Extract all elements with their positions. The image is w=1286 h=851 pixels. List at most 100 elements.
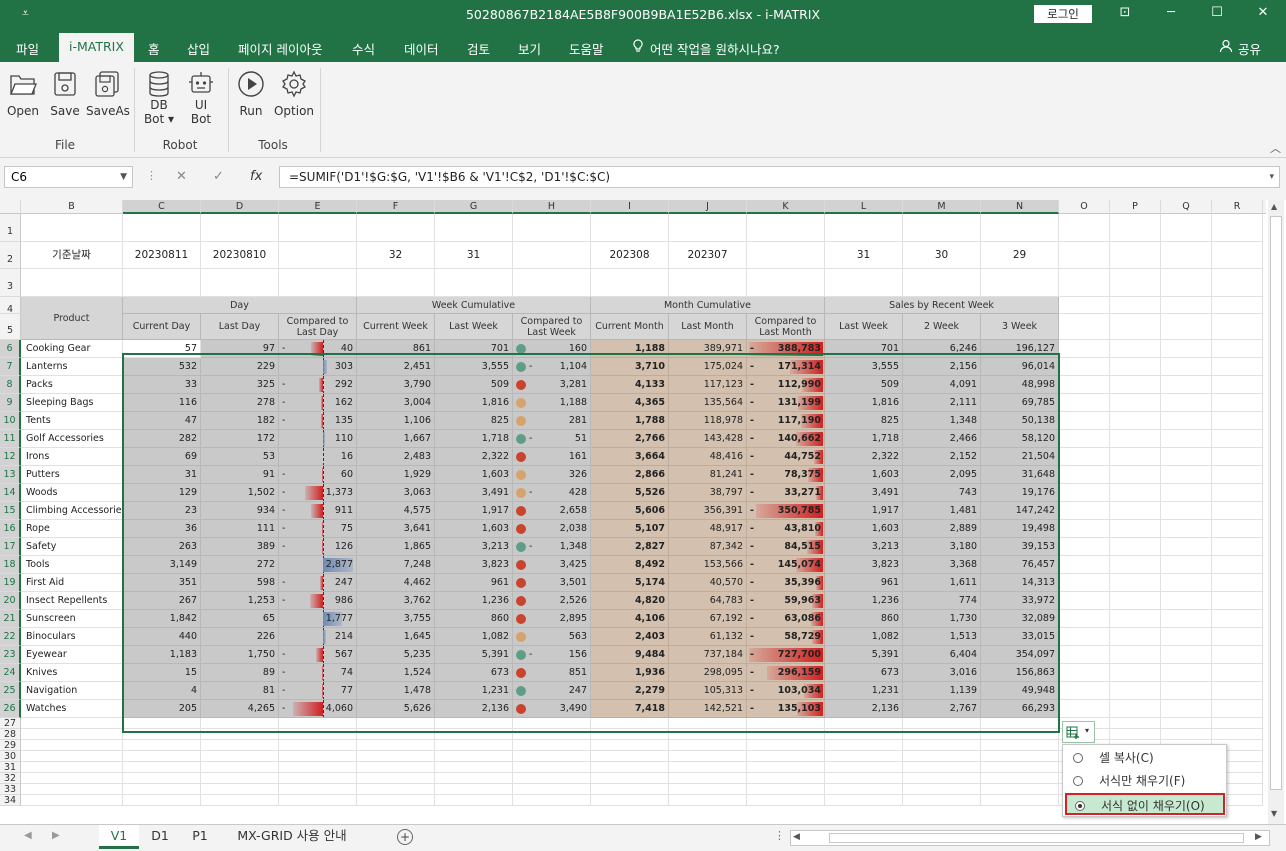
grid-cell[interactable] <box>123 762 201 773</box>
grid-cell[interactable] <box>21 751 123 762</box>
grid-cell[interactable] <box>1059 484 1110 502</box>
menu-insert[interactable]: 삽입 <box>187 39 210 58</box>
last-week-cell[interactable]: 673 <box>435 664 513 682</box>
current-week-cell[interactable]: 1,106 <box>357 412 435 430</box>
grid-cell[interactable] <box>981 718 1059 729</box>
compared-week-cell[interactable]: - 51 <box>513 430 591 448</box>
grid-cell[interactable] <box>1110 729 1161 740</box>
last-day-cell[interactable]: 65 <box>201 610 279 628</box>
prev-sheet-icon[interactable]: ◀ <box>24 830 32 841</box>
grid-cell[interactable] <box>903 751 981 762</box>
grid-cell[interactable] <box>279 740 357 751</box>
recent-3-week-cell[interactable]: 66,293 <box>981 700 1059 718</box>
grid-cell[interactable] <box>1110 664 1161 682</box>
column-header[interactable]: H <box>513 200 591 214</box>
grid-cell[interactable] <box>1059 502 1110 520</box>
row-header[interactable]: 26 <box>0 700 21 718</box>
compared-month-cell[interactable]: - 171,314 <box>747 358 825 376</box>
grid-cell[interactable] <box>1110 538 1161 556</box>
compared-week-cell[interactable]: 281 <box>513 412 591 430</box>
menu-data[interactable]: 데이터 <box>404 39 439 58</box>
maximize-button[interactable]: ☐ <box>1207 5 1227 20</box>
column-header[interactable]: F <box>357 200 435 214</box>
last-day-cell[interactable]: 1,750 <box>201 646 279 664</box>
compared-day-cell[interactable]: 110 <box>279 430 357 448</box>
recent-2-week-cell[interactable]: 2,466 <box>903 430 981 448</box>
compared-week-cell[interactable]: 2,038 <box>513 520 591 538</box>
current-day-cell[interactable]: 31 <box>123 466 201 484</box>
current-week-cell[interactable]: 1,929 <box>357 466 435 484</box>
current-week-cell[interactable]: 2,483 <box>357 448 435 466</box>
row-header[interactable]: 6 <box>0 340 21 358</box>
insert-function-icon[interactable]: fx <box>250 169 262 184</box>
last-week-cell[interactable]: 5,391 <box>435 646 513 664</box>
grid-cell[interactable] <box>981 729 1059 740</box>
grid-cell[interactable] <box>903 762 981 773</box>
paste-options-button[interactable]: ▾ <box>1062 721 1095 743</box>
compared-day-cell[interactable]: 214 <box>279 628 357 646</box>
compared-month-cell[interactable]: - 84,515 <box>747 538 825 556</box>
grid-cell[interactable] <box>357 773 435 784</box>
current-day-cell[interactable]: 440 <box>123 628 201 646</box>
current-month-cell[interactable]: 7,418 <box>591 700 669 718</box>
grid-cell[interactable] <box>357 718 435 729</box>
grid-cell[interactable] <box>1059 314 1110 340</box>
grid-cell[interactable] <box>669 751 747 762</box>
column-header[interactable]: L <box>825 200 903 214</box>
grid-cell[interactable] <box>513 795 591 806</box>
grid-cell[interactable] <box>1212 664 1263 682</box>
grid-cell[interactable] <box>1212 297 1263 314</box>
last-day-cell[interactable]: 4,265 <box>201 700 279 718</box>
grid-cell[interactable] <box>747 269 825 297</box>
last-week-cell[interactable]: 1,603 <box>435 520 513 538</box>
grid-cell[interactable] <box>279 269 357 297</box>
grid-cell[interactable] <box>1212 682 1263 700</box>
ui-bot-button[interactable]: UI Bot <box>182 70 220 126</box>
grid-cell[interactable] <box>1161 538 1212 556</box>
grid-cell[interactable] <box>357 740 435 751</box>
current-month-cell[interactable]: 1,936 <box>591 664 669 682</box>
compared-day-cell[interactable]: - 1,373 <box>279 484 357 502</box>
grid-cell[interactable] <box>747 795 825 806</box>
compared-day-cell[interactable]: - 135 <box>279 412 357 430</box>
current-week-cell[interactable]: 5,626 <box>357 700 435 718</box>
grid-cell[interactable] <box>825 784 903 795</box>
grid-cell[interactable] <box>1110 484 1161 502</box>
ribbon-display-icon[interactable]: ⊡ <box>1115 5 1135 20</box>
compared-month-cell[interactable]: - 145,074 <box>747 556 825 574</box>
row-header[interactable]: 7 <box>0 358 21 376</box>
grid-cell[interactable] <box>279 762 357 773</box>
current-day-cell[interactable]: 351 <box>123 574 201 592</box>
add-sheet-button[interactable]: + <box>397 829 413 845</box>
compared-month-cell[interactable]: - 33,271 <box>747 484 825 502</box>
grid-cell[interactable] <box>1110 448 1161 466</box>
grid-cell[interactable] <box>903 269 981 297</box>
grid-cell[interactable] <box>513 751 591 762</box>
grid-cell[interactable] <box>201 751 279 762</box>
grid-cell[interactable] <box>1059 466 1110 484</box>
grid-cell[interactable] <box>201 729 279 740</box>
grid-cell[interactable] <box>1059 520 1110 538</box>
row-header[interactable]: 5 <box>0 314 21 340</box>
grid-cell[interactable] <box>747 762 825 773</box>
grid-cell[interactable] <box>1110 466 1161 484</box>
recent-2-week-cell[interactable]: 3,368 <box>903 556 981 574</box>
current-week-cell[interactable]: 7,248 <box>357 556 435 574</box>
current-month-cell[interactable]: 2,766 <box>591 430 669 448</box>
grid-cell[interactable] <box>591 740 669 751</box>
last-month-cell[interactable]: 117,123 <box>669 376 747 394</box>
last-week-cell[interactable]: 3,213 <box>435 538 513 556</box>
grid-cell[interactable] <box>591 269 669 297</box>
recent-3-week-cell[interactable]: 21,504 <box>981 448 1059 466</box>
menu-imatrix[interactable]: i-MATRIX <box>59 33 134 62</box>
row-header[interactable]: 11 <box>0 430 21 448</box>
recent-2-week-cell[interactable]: 1,348 <box>903 412 981 430</box>
last-day-cell[interactable]: 89 <box>201 664 279 682</box>
select-all-corner[interactable] <box>0 200 21 214</box>
grid-cell[interactable] <box>357 729 435 740</box>
grid-cell[interactable] <box>1212 448 1263 466</box>
recent-last-week-cell[interactable]: 1,718 <box>825 430 903 448</box>
grid-cell[interactable] <box>669 762 747 773</box>
grid-cell[interactable] <box>201 740 279 751</box>
current-month-cell[interactable]: 8,492 <box>591 556 669 574</box>
